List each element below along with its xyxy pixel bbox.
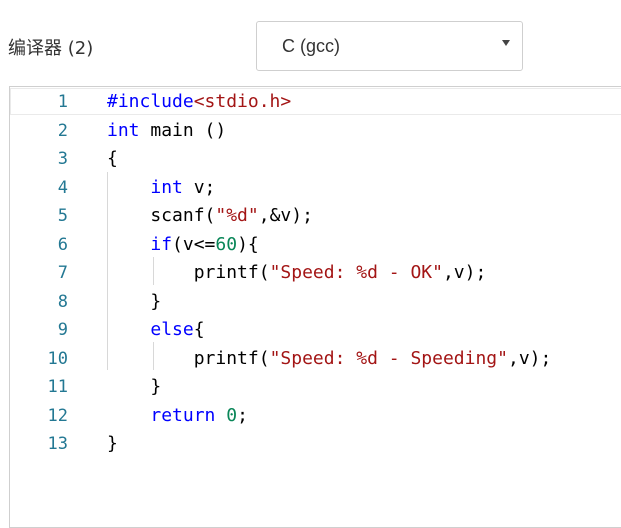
code-token: ,v);: [442, 262, 487, 283]
code-token: scanf(: [107, 205, 216, 226]
line-number: 8: [57, 291, 68, 312]
code-text: }: [107, 430, 118, 458]
code-text: printf("Speed: %d - OK",v);: [107, 259, 487, 287]
code-token: v;: [182, 176, 216, 198]
code-line[interactable]: 12 return 0;: [10, 402, 621, 430]
code-editor[interactable]: 1 #include<stdio.h> 2 int main () 3{4 int v;…: [9, 86, 621, 528]
code-line[interactable]: 11 }: [10, 373, 621, 401]
line-number: 1: [57, 92, 68, 112]
code-line[interactable]: 9 else{: [10, 316, 621, 344]
compiler-select-value: C (gcc): [282, 36, 340, 56]
code-token: "Speed: %d - Speeding": [269, 347, 508, 369]
code-token: "%d": [215, 205, 259, 226]
code-text: {: [107, 145, 118, 173]
code-line[interactable]: 6 if(v<=60){: [10, 231, 621, 259]
code-token: ,v);: [507, 347, 552, 369]
line-number: 11: [47, 377, 68, 397]
line-number: 2: [57, 120, 68, 141]
line-number: 6: [57, 234, 68, 255]
code-token: }: [107, 433, 118, 454]
line-number: 7: [57, 263, 68, 283]
code-token: <stdio.h>: [193, 91, 292, 112]
code-token: int: [107, 119, 140, 141]
code-text: int main (): [107, 117, 226, 145]
code-line[interactable]: 3{: [10, 145, 621, 173]
code-token: {: [193, 319, 205, 340]
code-text: else{: [107, 316, 205, 344]
code-line[interactable]: 10 printf("Speed: %d - Speeding",v);: [10, 345, 621, 373]
code-text: if(v<=60){: [107, 231, 259, 259]
code-line[interactable]: 1 #include<stdio.h>: [10, 88, 621, 116]
line-number: 9: [57, 320, 68, 340]
code-token: {: [107, 148, 118, 169]
code-token: }: [107, 376, 162, 397]
compiler-label: 编译器 (2): [8, 38, 94, 59]
code-text: scanf("%d",&v);: [107, 202, 313, 230]
code-token: return: [150, 404, 216, 426]
line-number: 10: [47, 348, 68, 369]
code-text: #include<stdio.h>: [107, 88, 291, 116]
code-token: if: [150, 233, 173, 255]
code-token: int: [150, 176, 183, 198]
compiler-select[interactable]: C (gcc): [256, 21, 523, 71]
code-token: ,&v);: [258, 205, 313, 226]
code-line[interactable]: 2 int main (): [10, 117, 621, 145]
line-number: 13: [47, 434, 68, 454]
line-number: 3: [57, 149, 68, 169]
code-token: ){: [237, 233, 259, 255]
code-text: }: [107, 373, 161, 401]
code-line[interactable]: 4 int v;: [10, 174, 621, 202]
line-number: 5: [57, 206, 68, 226]
code-token: }: [107, 290, 162, 312]
code-text: return 0;: [107, 402, 248, 430]
code-token: 0: [226, 404, 238, 426]
code-token: printf(: [107, 262, 270, 283]
code-token: "Speed: %d - OK": [269, 262, 443, 283]
code-text: printf("Speed: %d - Speeding",v);: [107, 345, 552, 373]
code-token: (v<=: [172, 233, 216, 255]
code-token: main (): [139, 119, 227, 141]
code-text: int v;: [107, 174, 215, 202]
code-text: }: [107, 288, 161, 316]
code-token: ;: [237, 404, 248, 426]
code-token: #include: [107, 91, 194, 112]
code-line[interactable]: 8 }: [10, 288, 621, 316]
chevron-down-icon[interactable]: [502, 40, 510, 46]
line-number: 12: [47, 405, 68, 426]
code-line[interactable]: 5 scanf("%d",&v);: [10, 202, 621, 230]
code-token: else: [150, 319, 194, 340]
code-line[interactable]: 7 printf("Speed: %d - OK",v);: [10, 259, 621, 287]
code-token: 60: [215, 233, 238, 255]
code-line[interactable]: 13}: [10, 430, 621, 458]
line-number: 4: [57, 177, 68, 198]
code-token: printf(: [107, 347, 270, 369]
